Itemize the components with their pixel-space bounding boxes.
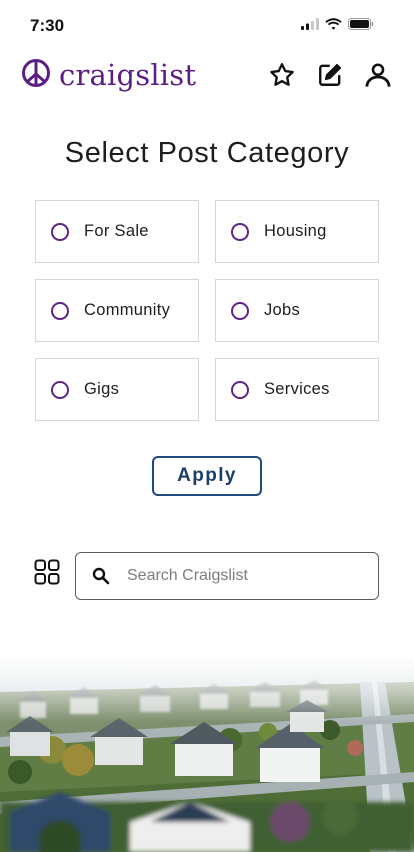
category-option-services[interactable]: Services — [215, 358, 379, 421]
search-icon — [92, 567, 110, 585]
app-header: craigslist — [0, 55, 414, 100]
status-icons — [301, 18, 374, 30]
peace-sign-icon — [21, 58, 51, 93]
category-label: For Sale — [84, 222, 149, 240]
category-option-jobs[interactable]: Jobs — [215, 279, 379, 342]
radio-button[interactable] — [231, 301, 249, 320]
account-button[interactable] — [364, 61, 392, 89]
radio-button[interactable] — [51, 222, 69, 241]
category-label: Gigs — [84, 380, 120, 398]
category-option-for-sale[interactable]: For Sale — [35, 200, 199, 263]
craigslist-logo[interactable]: craigslist — [21, 57, 196, 93]
cellular-signal-icon — [301, 18, 319, 30]
category-label: Services — [264, 380, 330, 398]
star-icon — [270, 63, 294, 86]
category-option-housing[interactable]: Housing — [215, 200, 379, 263]
radio-button[interactable] — [51, 380, 69, 399]
grid-view-icon[interactable] — [34, 559, 60, 585]
user-icon — [365, 63, 391, 87]
category-label: Housing — [264, 222, 327, 240]
favorites-button[interactable] — [268, 61, 296, 89]
wifi-icon — [325, 18, 342, 30]
neighborhood-aerial-image — [0, 652, 414, 852]
status-bar: 7:30 — [0, 0, 414, 50]
category-option-gigs[interactable]: Gigs — [35, 358, 199, 421]
apply-button[interactable]: Apply — [152, 456, 262, 496]
status-time: 7:30 — [30, 16, 65, 35]
logo-text: craigslist — [59, 58, 197, 92]
radio-button[interactable] — [51, 301, 69, 320]
page-title: Select Post Category — [64, 137, 350, 169]
compose-post-button[interactable] — [316, 61, 344, 89]
category-label: Community — [84, 301, 171, 319]
radio-button[interactable] — [231, 380, 249, 399]
radio-button[interactable] — [231, 222, 249, 241]
search-input[interactable] — [125, 566, 359, 586]
edit-icon — [319, 63, 342, 86]
category-grid: For Sale Housing Community Jobs Gigs Ser… — [35, 200, 379, 421]
battery-icon — [348, 18, 374, 30]
header-actions — [268, 61, 392, 89]
search-bar[interactable] — [75, 552, 379, 600]
category-label: Jobs — [264, 301, 301, 319]
category-option-community[interactable]: Community — [35, 279, 199, 342]
